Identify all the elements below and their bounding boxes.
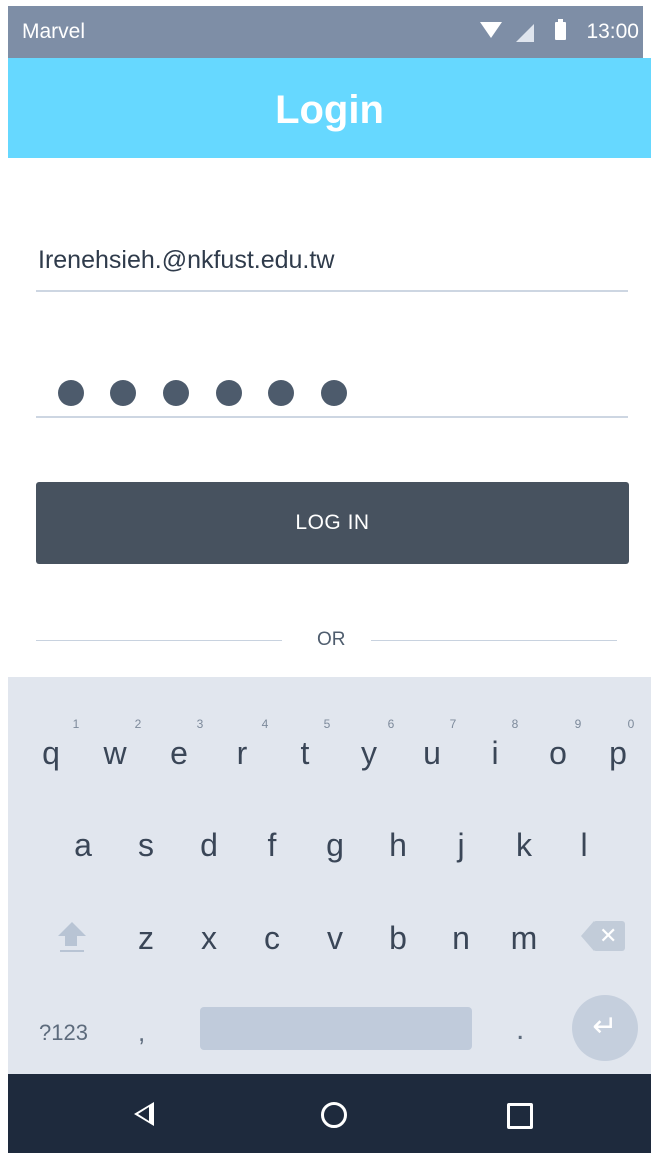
or-divider: OR [36, 620, 628, 660]
frame-edge-left [0, 0, 8, 1153]
status-bar: Marvel 13:00 [8, 6, 643, 58]
key-hint: 6 [387, 717, 395, 731]
key-v[interactable]: v [315, 920, 355, 957]
shift-icon-stem [65, 935, 77, 946]
wifi-icon [480, 22, 502, 38]
divider-line-right [371, 640, 617, 641]
key-p[interactable]: p [598, 735, 638, 772]
key-t[interactable]: t [285, 735, 325, 772]
key-e[interactable]: e [159, 735, 199, 772]
key-g[interactable]: g [315, 827, 355, 864]
back-icon[interactable] [134, 1102, 154, 1126]
key-o[interactable]: o [538, 735, 578, 772]
key-l[interactable]: l [564, 827, 604, 864]
key-q[interactable]: q [31, 735, 71, 772]
signal-icon [516, 24, 534, 42]
enter-key[interactable]: ↵ [572, 995, 638, 1061]
password-dot [268, 380, 294, 406]
battery-icon [555, 19, 566, 40]
backspace-key[interactable]: ✕ [581, 921, 625, 951]
key-c[interactable]: c [252, 920, 292, 957]
key-h[interactable]: h [378, 827, 418, 864]
key-y[interactable]: y [349, 735, 389, 772]
shift-key[interactable] [56, 922, 86, 956]
key-i[interactable]: i [475, 735, 515, 772]
password-dot [110, 380, 136, 406]
email-field[interactable]: Irenehsieh.@nkfust.edu.tw [36, 232, 628, 292]
key-k[interactable]: k [504, 827, 544, 864]
key-r[interactable]: r [222, 735, 262, 772]
email-value: Irenehsieh.@nkfust.edu.tw [38, 246, 335, 274]
key-x[interactable]: x [189, 920, 229, 957]
key-hint: 2 [134, 717, 142, 731]
key-hint: 0 [627, 717, 635, 731]
password-dot [58, 380, 84, 406]
shift-icon-base [60, 950, 84, 952]
or-label: OR [317, 629, 346, 650]
home-icon[interactable] [321, 1102, 347, 1128]
login-button[interactable]: LOG IN [36, 482, 629, 564]
carrier-label: Marvel [22, 20, 86, 43]
period-key[interactable]: . [516, 1013, 524, 1047]
recents-icon[interactable] [507, 1103, 533, 1129]
key-hint: 9 [574, 717, 582, 731]
key-s[interactable]: s [126, 827, 166, 864]
key-w[interactable]: w [95, 735, 135, 772]
password-dot [163, 380, 189, 406]
password-field[interactable] [36, 360, 628, 418]
password-dot [216, 380, 242, 406]
key-hint: 3 [196, 717, 204, 731]
key-hint: 1 [72, 717, 80, 731]
backspace-icon-x: ✕ [599, 923, 618, 948]
key-n[interactable]: n [441, 920, 481, 957]
key-hint: 4 [261, 717, 269, 731]
key-b[interactable]: b [378, 920, 418, 957]
shift-icon [58, 922, 86, 936]
app-bar: Login [8, 58, 651, 158]
key-hint: 7 [449, 717, 457, 731]
key-d[interactable]: d [189, 827, 229, 864]
space-key[interactable] [200, 1007, 472, 1050]
divider-line-left [36, 640, 282, 641]
clock: 13:00 [586, 20, 639, 43]
key-u[interactable]: u [412, 735, 452, 772]
key-hint: 8 [511, 717, 519, 731]
navigation-bar [8, 1074, 651, 1153]
soft-keyboard: 1 2 3 4 5 6 7 8 9 0 q w e r t y u i o p … [8, 677, 651, 1074]
key-j[interactable]: j [441, 827, 481, 864]
key-z[interactable]: z [126, 920, 166, 957]
symbols-key[interactable]: ?123 [39, 1020, 88, 1046]
comma-key[interactable]: , [138, 1017, 145, 1048]
key-a[interactable]: a [63, 827, 103, 864]
key-hint: 5 [323, 717, 331, 731]
enter-icon: ↵ [592, 1010, 618, 1043]
key-m[interactable]: m [504, 920, 544, 957]
page-title: Login [275, 88, 384, 132]
password-dot [321, 380, 347, 406]
key-f[interactable]: f [252, 827, 292, 864]
